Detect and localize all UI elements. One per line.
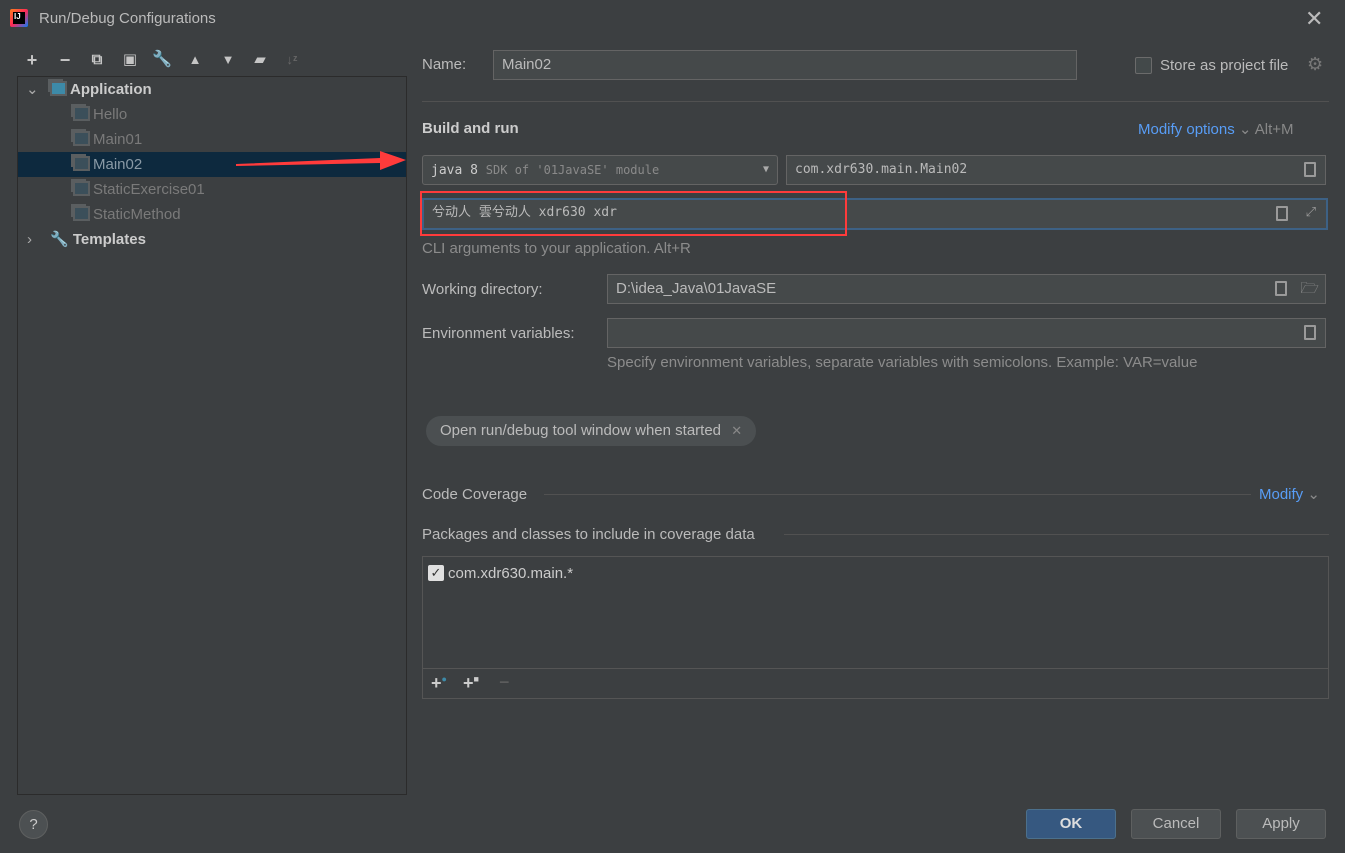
- tree-item-label: Main02: [93, 156, 143, 173]
- tree-node-templates[interactable]: › 🔧 Templates: [18, 227, 406, 252]
- add-class-icon[interactable]: +■: [463, 673, 479, 694]
- chip-label: Open run/debug tool window when started: [440, 422, 722, 439]
- tree-item-label: StaticExercise01: [93, 181, 205, 198]
- expand-icon[interactable]: ⤢: [1306, 200, 1316, 226]
- chevron-down-icon: ⌄: [1303, 486, 1320, 503]
- help-button[interactable]: ?: [19, 810, 48, 839]
- store-label[interactable]: Store as project file: [1160, 57, 1288, 74]
- tree-item-label: StaticMethod: [93, 206, 181, 223]
- workdir-label: Working directory:: [422, 281, 543, 298]
- window-title: Run/Debug Configurations: [39, 10, 216, 27]
- chevron-right-icon[interactable]: ›: [27, 227, 32, 252]
- store-checkbox[interactable]: [1135, 57, 1152, 74]
- env-hint: Specify environment variables, separate …: [607, 354, 1198, 371]
- intellij-icon: IJ: [10, 9, 28, 27]
- tree-label-application: Application: [70, 81, 152, 98]
- env-input[interactable]: [607, 318, 1326, 348]
- browse-icon[interactable]: [1276, 206, 1288, 221]
- config-icon: [73, 181, 90, 196]
- section-build-run: Build and run: [422, 120, 519, 137]
- main-class-input[interactable]: com.xdr630.main.Main02: [786, 155, 1326, 185]
- config-icon: [73, 206, 90, 221]
- args-hint: CLI arguments to your application. Alt+R: [422, 240, 691, 257]
- add-icon[interactable]: +: [22, 50, 42, 70]
- remove-icon[interactable]: −: [499, 672, 510, 693]
- config-icon: [73, 156, 90, 171]
- list-toolbar: +● +■ −: [423, 668, 1328, 698]
- modify-options-link[interactable]: Modify options: [1138, 121, 1235, 138]
- remove-icon[interactable]: −: [55, 50, 75, 70]
- new-folder-icon[interactable]: ▰: [250, 50, 270, 70]
- coverage-label: Code Coverage: [422, 486, 528, 503]
- package-item: com.xdr630.main.*: [448, 565, 574, 582]
- annotation-arrow: [236, 151, 406, 170]
- packages-list[interactable]: ✓ com.xdr630.main.* +● +■ −: [422, 556, 1329, 699]
- wrench-icon[interactable]: 🔧: [152, 50, 172, 70]
- save-icon[interactable]: ▣: [120, 50, 140, 70]
- tree-item-hello[interactable]: Hello: [18, 102, 406, 127]
- config-icon: [73, 131, 90, 146]
- dropdown-arrow-icon: ▼: [762, 164, 769, 175]
- wrench-icon: 🔧: [50, 231, 69, 248]
- tree-label-templates: Templates: [72, 231, 146, 248]
- add-package-icon[interactable]: +●: [431, 673, 447, 694]
- folder-icon[interactable]: 🗁: [1300, 275, 1319, 303]
- annotation-box: [420, 191, 847, 236]
- cancel-button[interactable]: Cancel: [1131, 809, 1221, 839]
- close-icon[interactable]: ✕: [1305, 6, 1323, 32]
- apply-button[interactable]: Apply: [1236, 809, 1326, 839]
- packages-label: Packages and classes to include in cover…: [422, 526, 755, 543]
- ok-button[interactable]: OK: [1026, 809, 1116, 839]
- divider: [544, 494, 1251, 495]
- move-up-icon[interactable]: ▲: [185, 50, 205, 70]
- config-tree[interactable]: ⌄ Application Hello Main01 Main02 Static…: [17, 76, 407, 795]
- sort-icon[interactable]: ↓ᶻ: [282, 50, 302, 70]
- sdk-detail: SDK of '01JavaSE' module: [485, 163, 660, 177]
- name-input[interactable]: Main02: [493, 50, 1077, 80]
- tree-item-staticexercise01[interactable]: StaticExercise01: [18, 177, 406, 202]
- option-chip[interactable]: Open run/debug tool window when started …: [426, 416, 757, 446]
- chevron-down-icon: ⌄: [1234, 121, 1255, 138]
- config-icon: [73, 106, 90, 121]
- main-class-value: com.xdr630.main.Main02: [795, 162, 968, 177]
- env-label: Environment variables:: [422, 325, 575, 342]
- tree-item-staticmethod[interactable]: StaticMethod: [18, 202, 406, 227]
- browse-icon[interactable]: [1304, 162, 1316, 177]
- sdk-value: java 8: [431, 163, 478, 178]
- divider: [422, 101, 1329, 102]
- coverage-modify-link[interactable]: Modify: [1259, 486, 1303, 503]
- move-down-icon[interactable]: ▼: [218, 50, 238, 70]
- workdir-input[interactable]: D:\idea_Java\01JavaSE 🗁: [607, 274, 1326, 304]
- copy-icon[interactable]: ⧉: [87, 50, 107, 70]
- modify-shortcut: Alt+M: [1254, 121, 1294, 138]
- title-bar: IJ Run/Debug Configurations ✕: [0, 0, 1345, 38]
- package-checkbox[interactable]: ✓: [428, 565, 444, 581]
- close-icon[interactable]: ✕: [731, 423, 742, 438]
- gear-icon[interactable]: ⚙: [1307, 54, 1323, 75]
- tree-node-application[interactable]: ⌄ Application: [18, 77, 406, 102]
- application-icon: [50, 81, 67, 96]
- name-label: Name:: [422, 56, 467, 73]
- tree-item-label: Main01: [93, 131, 143, 148]
- divider: [784, 534, 1329, 535]
- browse-icon[interactable]: [1275, 281, 1287, 296]
- sdk-select[interactable]: java 8 SDK of '01JavaSE' module ▼: [422, 155, 778, 185]
- browse-icon[interactable]: [1304, 325, 1316, 340]
- workdir-value: D:\idea_Java\01JavaSE: [616, 280, 777, 297]
- tree-item-label: Hello: [93, 106, 128, 123]
- chevron-down-icon[interactable]: ⌄: [26, 77, 39, 102]
